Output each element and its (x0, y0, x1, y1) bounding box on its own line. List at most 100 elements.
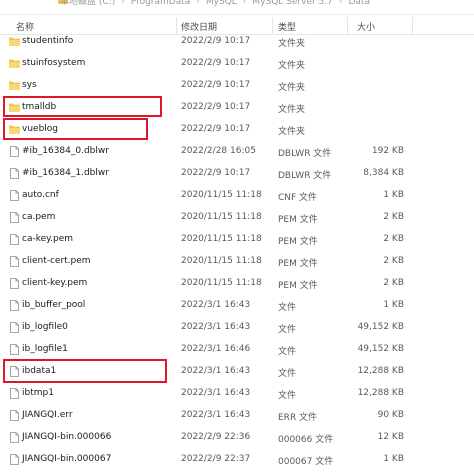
file-size: 1 KB (383, 190, 404, 200)
file-name: #ib_16384_1.dblwr (22, 168, 109, 178)
file-icon (10, 454, 19, 468)
file-row[interactable]: JIANGQI-bin.000066 2022/2/9 22:36 000066 文… (0, 427, 474, 449)
file-modified-date: 2022/2/9 10:17 (181, 102, 251, 112)
file-type: 文件夹 (278, 105, 306, 115)
file-icon (10, 410, 19, 424)
file-name: JIANGQI-bin.000067 (22, 454, 112, 464)
file-modified-date: 2020/11/15 11:18 (181, 212, 262, 222)
file-row[interactable]: stuinfosystem 2022/2/9 10:17 文件夹 (0, 53, 474, 75)
file-row[interactable]: auto.cnf 2020/11/15 11:18 CNF 文件 1 KB (0, 185, 474, 207)
file-type: 文件 (278, 325, 297, 335)
file-size: 2 KB (383, 278, 404, 288)
file-modified-date: 2022/3/1 16:43 (181, 388, 251, 398)
breadcrumb-separator-icon: › (121, 0, 125, 7)
file-modified-date: 2020/11/15 11:18 (181, 256, 262, 266)
file-modified-date: 2022/2/9 10:17 (181, 124, 251, 134)
file-type: CNF 文件 (278, 193, 318, 203)
breadcrumb-item[interactable]: 本地磁盘 (C:) (60, 0, 115, 7)
file-icon (10, 388, 19, 402)
file-size: 1 KB (383, 454, 404, 464)
file-row[interactable]: ibdata1 2022/3/1 16:43 文件 12,288 KB (0, 361, 474, 383)
breadcrumb-separator-icon: › (338, 0, 343, 7)
file-icon (10, 234, 19, 248)
breadcrumb: 本地磁盘 (C:) › ProgramData › MySQL › MySQL Server… (60, 0, 370, 7)
folder-icon (9, 37, 20, 49)
file-row[interactable]: sys 2022/2/9 10:17 文件夹 (0, 75, 474, 97)
file-row[interactable]: client-key.pem 2020/11/15 11:18 PEM 文件 2 KB (0, 273, 474, 295)
file-type: PEM 文件 (278, 215, 318, 225)
file-size: 12,288 KB (357, 366, 404, 376)
file-icon (10, 300, 19, 314)
file-size: 2 KB (383, 256, 404, 266)
file-row[interactable]: studentinfo 2022/2/9 10:17 文件夹 (0, 31, 474, 53)
file-type: 文件 (278, 391, 297, 401)
breadcrumb-separator-icon: › (196, 0, 200, 7)
file-name: JIANGQI-bin.000066 (22, 432, 112, 442)
file-modified-date: 2020/11/15 11:18 (181, 234, 262, 244)
file-modified-date: 2022/3/1 16:43 (181, 366, 251, 376)
file-modified-date: 2022/3/1 16:46 (181, 344, 251, 354)
file-name: sys (22, 80, 37, 90)
file-row[interactable]: tmalldb 2022/2/9 10:17 文件夹 (0, 97, 474, 119)
file-name: #ib_16384_0.dblwr (22, 146, 109, 156)
folder-icon (9, 125, 20, 137)
breadcrumb-item[interactable]: MySQL (206, 0, 237, 7)
file-icon (10, 146, 19, 160)
file-modified-date: 2020/11/15 11:18 (181, 190, 262, 200)
file-modified-date: 2022/2/9 22:37 (181, 454, 251, 464)
file-type: DBLWR 文件 (278, 149, 332, 159)
file-name: ca.pem (22, 212, 56, 222)
file-name: ca-key.pem (22, 234, 74, 244)
file-modified-date: 2022/2/9 10:17 (181, 168, 251, 178)
file-type: 000067 文件 (278, 457, 334, 467)
folder-icon (9, 59, 20, 71)
file-name: tmalldb (22, 102, 57, 112)
file-row[interactable]: #ib_16384_1.dblwr 2022/2/9 10:17 DBLWR 文件 8… (0, 163, 474, 185)
file-row[interactable]: ca-key.pem 2020/11/15 11:18 PEM 文件 2 KB (0, 229, 474, 251)
file-type: 文件夹 (278, 127, 306, 137)
file-icon (10, 212, 19, 226)
file-type: PEM 文件 (278, 237, 318, 247)
file-size: 90 KB (377, 410, 404, 420)
folder-icon (9, 81, 20, 93)
file-name: studentinfo (22, 36, 74, 46)
file-icon (10, 322, 19, 336)
file-icon (10, 278, 19, 292)
file-name: ibtmp1 (22, 388, 54, 398)
file-type: 文件夹 (278, 61, 306, 71)
file-size: 49,152 KB (357, 322, 404, 332)
breadcrumb-item[interactable]: Data (348, 0, 370, 7)
file-name: ibdata1 (22, 366, 57, 376)
file-row[interactable]: ib_buffer_pool 2022/3/1 16:43 文件 1 KB (0, 295, 474, 317)
breadcrumb-item[interactable]: MySQL Server 5.7 (252, 0, 332, 7)
file-name: client-cert.pem (22, 256, 91, 266)
file-modified-date: 2022/2/9 22:36 (181, 432, 251, 442)
file-row[interactable]: JIANGQI-bin.000067 2022/2/9 22:37 000067 文… (0, 449, 474, 471)
address-bar-strip: 本地磁盘 (C:) › ProgramData › MySQL › MySQL Server… (0, 0, 474, 15)
file-name: client-key.pem (22, 278, 88, 288)
file-modified-date: 2022/2/28 16:05 (181, 146, 256, 156)
file-modified-date: 2022/3/1 16:43 (181, 322, 251, 332)
file-type: 000066 文件 (278, 435, 334, 445)
file-row[interactable]: vueblog 2022/2/9 10:17 文件夹 (0, 119, 474, 141)
file-size: 2 KB (383, 212, 404, 222)
file-row[interactable]: JIANGQI.err 2022/3/1 16:43 ERR 文件 90 KB (0, 405, 474, 427)
file-name: JIANGQI.err (22, 410, 73, 420)
file-icon (10, 432, 19, 446)
file-row[interactable]: ib_logfile1 2022/3/1 16:46 文件 49,152 KB (0, 339, 474, 361)
file-row[interactable]: ib_logfile0 2022/3/1 16:43 文件 49,152 KB (0, 317, 474, 339)
file-row[interactable]: ibtmp1 2022/3/1 16:43 文件 12,288 KB (0, 383, 474, 405)
file-row[interactable]: client-cert.pem 2020/11/15 11:18 PEM 文件 2 K… (0, 251, 474, 273)
file-size: 1 KB (383, 300, 404, 310)
file-modified-date: 2022/2/9 10:17 (181, 36, 251, 46)
breadcrumb-item[interactable]: ProgramData (131, 0, 190, 7)
file-name: ib_buffer_pool (22, 300, 86, 310)
file-name: ib_logfile0 (22, 322, 68, 332)
file-row[interactable]: ca.pem 2020/11/15 11:18 PEM 文件 2 KB (0, 207, 474, 229)
file-modified-date: 2022/2/9 10:17 (181, 58, 251, 68)
file-type: 文件夹 (278, 39, 306, 49)
file-size: 8,384 KB (363, 168, 404, 178)
file-row[interactable]: #ib_16384_0.dblwr 2022/2/28 16:05 DBLWR 文件… (0, 141, 474, 163)
file-size: 12 KB (377, 432, 404, 442)
file-type: 文件 (278, 369, 297, 379)
